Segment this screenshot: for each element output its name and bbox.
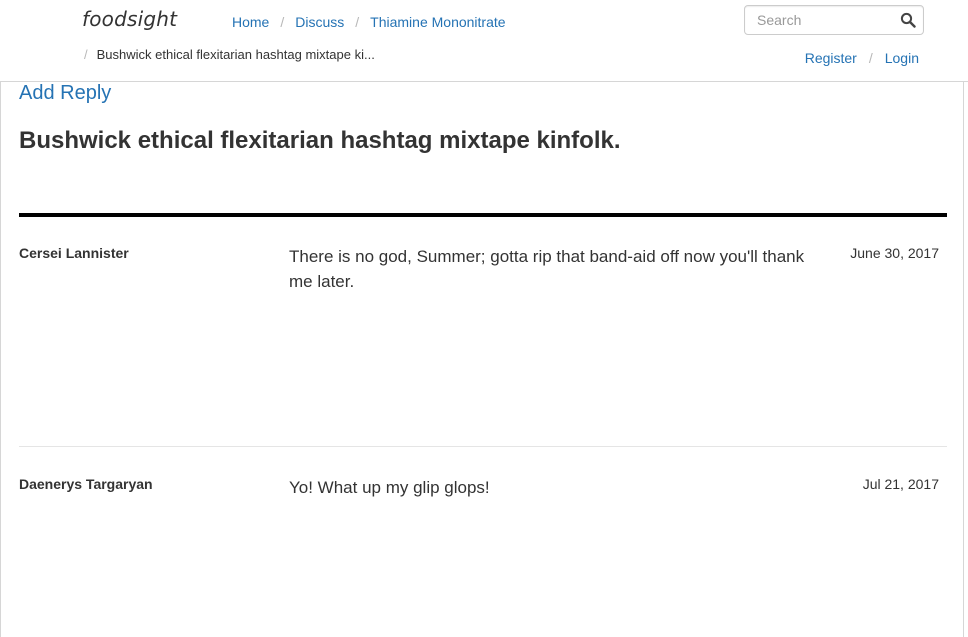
post-author: Cersei Lannister xyxy=(19,245,129,261)
breadcrumb-discuss-link[interactable]: Discuss xyxy=(295,14,344,30)
breadcrumb-separator: / xyxy=(84,46,88,62)
breadcrumb-topic-category-link[interactable]: Thiamine Mononitrate xyxy=(370,14,505,30)
site-header: foodsight Home / Discuss / Thiamine Mono… xyxy=(0,0,968,82)
breadcrumb-current-page: Bushwick ethical flexitarian hashtag mix… xyxy=(96,46,375,62)
auth-separator: / xyxy=(868,50,873,66)
site-logo[interactable]: foodsight xyxy=(82,7,177,31)
post-author: Daenerys Targaryan xyxy=(19,476,153,492)
breadcrumb-separator: / xyxy=(280,14,285,30)
breadcrumb-separator: / xyxy=(355,14,360,30)
post-body: There is no god, Summer; gotta rip that … xyxy=(289,247,805,291)
topic-title: Bushwick ethical flexitarian hashtag mix… xyxy=(19,127,621,154)
post-date: Jul 21, 2017 xyxy=(862,476,939,492)
post-body: Yo! What up my glip glops! xyxy=(289,478,490,497)
breadcrumb-current-row: / Bushwick ethical flexitarian hashtag m… xyxy=(84,45,375,63)
post-date: June 30, 2017 xyxy=(850,245,939,261)
search-input[interactable] xyxy=(745,6,895,34)
page: foodsight Home / Discuss / Thiamine Mono… xyxy=(0,0,968,637)
title-divider xyxy=(19,213,947,217)
search-icon[interactable] xyxy=(900,12,916,28)
login-link[interactable]: Login xyxy=(885,50,919,66)
post-divider xyxy=(19,446,947,447)
auth-links: Register / Login xyxy=(805,49,919,67)
register-link[interactable]: Register xyxy=(805,50,857,66)
search-box xyxy=(744,5,924,35)
breadcrumb: Home / Discuss / Thiamine Mononitrate xyxy=(232,13,506,31)
topic-content: Add Reply Bushwick ethical flexitarian h… xyxy=(0,82,964,637)
add-reply-link[interactable]: Add Reply xyxy=(19,82,111,104)
breadcrumb-home-link[interactable]: Home xyxy=(232,14,269,30)
